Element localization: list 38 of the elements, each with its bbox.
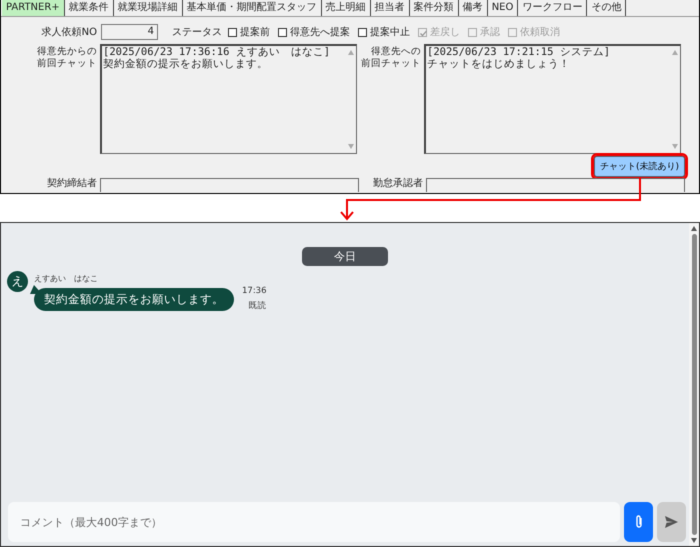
field-label: 契約締結者 <box>46 177 98 190</box>
tab[interactable]: PARTNER+ <box>1 0 65 16</box>
field-label: 求人依頼NO <box>40 26 98 39</box>
status-checkbox[interactable]: 得意先へ提案 <box>278 25 350 39</box>
read-status: 既読 <box>248 300 266 312</box>
field-label: 勤怠承認者 <box>372 177 424 190</box>
scrollbar-thumb[interactable] <box>692 234 696 535</box>
comment-field[interactable]: コメント（最大400字まで） <box>8 502 620 542</box>
field-label: ステータス <box>172 26 222 39</box>
tab[interactable]: 売上明細 <box>322 0 371 16</box>
tab[interactable]: 就業現場詳細 <box>114 0 183 16</box>
paperclip-icon <box>634 514 644 530</box>
scroll-down-icon[interactable] <box>691 538 697 543</box>
avatar: え <box>7 271 28 292</box>
chat-button[interactable]: チャット(未読あり) <box>594 156 685 177</box>
tab[interactable]: 案件分類 <box>410 0 459 16</box>
message-time: 17:36 <box>242 286 266 296</box>
tab[interactable]: 就業条件 <box>64 0 114 16</box>
text-field[interactable] <box>100 178 359 192</box>
check-icon <box>419 28 428 38</box>
request-number-field[interactable]: 4 <box>101 24 158 40</box>
sender-name: えすあい はなこ <box>34 273 99 284</box>
status-checkbox[interactable]: 提案前 <box>228 25 270 39</box>
field-label: 得意先からの 前回チャット <box>36 45 98 71</box>
status-checkbox[interactable]: 提案中止 <box>358 25 410 39</box>
date-divider: 今日 <box>302 247 388 266</box>
scroll-up-icon[interactable] <box>691 226 697 231</box>
tab[interactable]: 担当者 <box>370 0 410 16</box>
tab[interactable]: その他 <box>587 0 626 16</box>
send-button[interactable] <box>657 502 686 542</box>
tab[interactable]: 基本単価・期間配置スタッフ <box>182 0 322 16</box>
attach-button[interactable] <box>624 502 653 542</box>
text-field[interactable] <box>426 178 685 192</box>
field-label: 得意先への 前回チャット <box>360 45 422 71</box>
tab[interactable]: ワークフロー <box>518 0 588 16</box>
tab[interactable]: NEO <box>488 0 518 16</box>
tab[interactable]: 備考 <box>458 0 488 16</box>
send-icon <box>665 516 678 528</box>
